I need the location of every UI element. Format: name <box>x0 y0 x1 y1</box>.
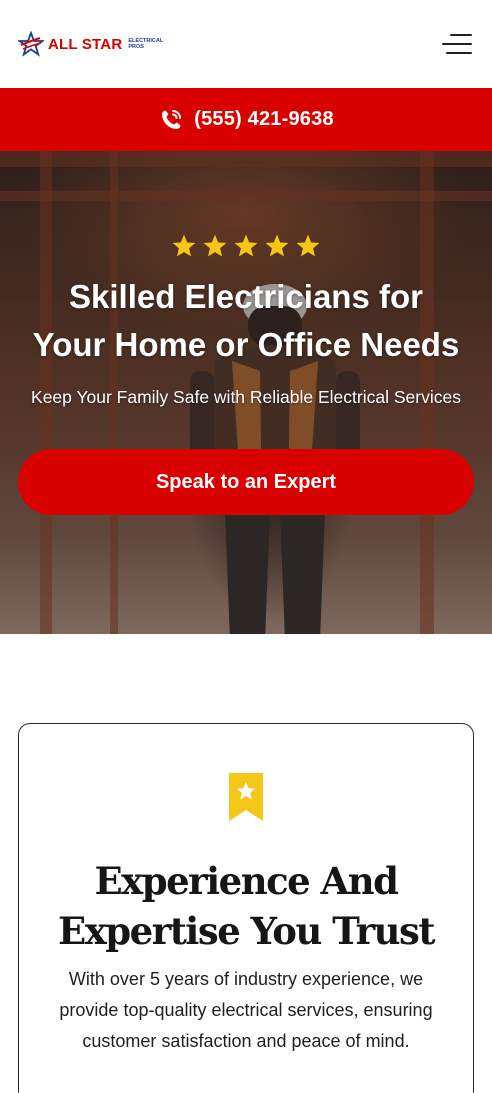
star-logo-icon <box>18 31 44 57</box>
star-icon <box>296 234 320 257</box>
star-icon <box>265 234 289 257</box>
logo-subtitle: ELECTRICAL PROS <box>128 38 163 50</box>
menu-line <box>450 34 472 36</box>
card-title: Experience And Expertise You Trust <box>58 856 435 956</box>
menu-line <box>446 52 472 54</box>
card-text-line1: With over 5 years of industry experience… <box>68 969 424 989</box>
site-header: ALL STAR ELECTRICAL PROS <box>0 0 492 88</box>
logo-wordmark: ALL STAR <box>48 35 123 53</box>
speak-to-expert-button[interactable]: Speak to an Expert <box>18 449 474 515</box>
menu-line <box>442 43 472 45</box>
phone-ringing-icon <box>162 109 182 129</box>
card-title-line2: Expertise You Trust <box>58 909 435 953</box>
star-icon <box>203 234 227 257</box>
hero-section: Skilled Electricians for Your Home or Of… <box>0 151 492 634</box>
card-text-line3: customer satisfaction and peace of mind. <box>82 1031 410 1051</box>
hero-content: Skilled Electricians for Your Home or Of… <box>0 151 492 634</box>
hero-title: Skilled Electricians for Your Home or Of… <box>33 273 460 369</box>
hero-subtitle: Keep Your Family Safe with Reliable Elec… <box>31 387 461 407</box>
phone-call-bar[interactable]: (555) 421-9638 <box>0 88 492 151</box>
star-icon <box>234 234 258 257</box>
feature-card: Experience And Expertise You Trust With … <box>18 723 474 1093</box>
rating-stars <box>171 233 321 259</box>
logo[interactable]: ALL STAR ELECTRICAL PROS <box>18 31 163 57</box>
hamburger-menu-icon[interactable] <box>442 34 472 54</box>
card-title-line1: Experience And <box>94 859 399 903</box>
bookmark-star-icon <box>229 773 263 821</box>
card-text-line2: provide top-quality electrical services,… <box>59 1000 433 1020</box>
phone-number: (555) 421-9638 <box>194 108 334 130</box>
hero-title-line2: Your Home or Office Needs <box>32 326 460 363</box>
page: ALL STAR ELECTRICAL PROS (555) 421-9638 <box>0 0 492 1093</box>
star-icon <box>172 234 196 257</box>
hero-title-line1: Skilled Electricians for <box>69 278 423 315</box>
logo-subtitle-line2: PROS <box>128 44 144 50</box>
card-description: With over 5 years of industry experience… <box>36 964 456 1057</box>
